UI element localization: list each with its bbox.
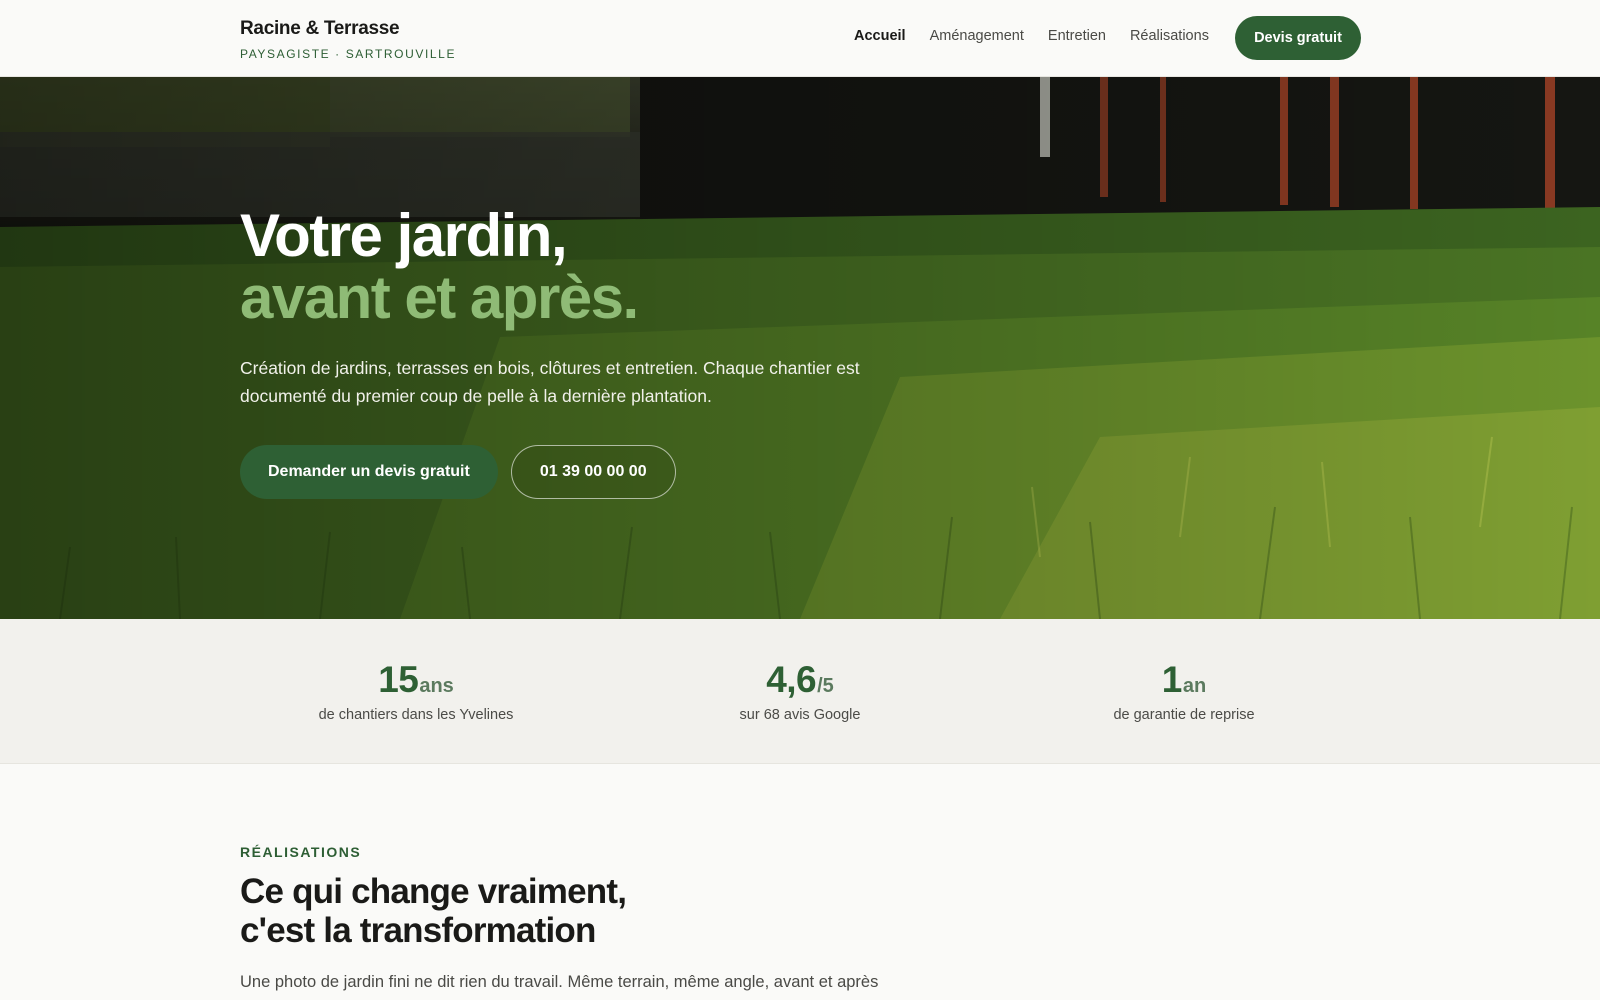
section-title-line1: Ce qui change vraiment, xyxy=(240,872,627,911)
stat-value: 4,6 /5 xyxy=(650,659,950,701)
brand-logo[interactable]: Racine & Terrasse PAYSAGISTE · SARTROUVI… xyxy=(240,18,456,61)
nav-link-amenagement[interactable]: Aménagement xyxy=(930,28,1024,44)
stat-label: de garantie de reprise xyxy=(1113,707,1255,723)
stat-number: 1 xyxy=(1161,659,1183,700)
hero-section: Votre jardin, avant et après. Création d… xyxy=(0,77,1600,619)
phone-button[interactable]: 01 39 00 00 00 xyxy=(510,445,676,499)
request-quote-button[interactable]: Demander un devis gratuit xyxy=(240,445,498,499)
stat-unit: ans xyxy=(419,675,454,697)
hero-title-line2: avant et après. xyxy=(240,264,639,331)
main-nav: Accueil Aménagement Entretien Réalisatio… xyxy=(854,28,1209,44)
hero-content: Votre jardin, avant et après. Création d… xyxy=(240,205,940,499)
nav-link-realisations[interactable]: Réalisations xyxy=(1130,28,1209,44)
hero-title: Votre jardin, avant et après. xyxy=(240,205,940,329)
stat-rating: 4,6 /5 sur 68 avis Google xyxy=(650,659,950,723)
site-header: Racine & Terrasse PAYSAGISTE · SARTROUVI… xyxy=(0,0,1600,77)
stats-bar: 15 ans de chantiers dans les Yvelines 4,… xyxy=(0,619,1600,764)
stat-number: 4,6 xyxy=(766,659,817,700)
stat-guarantee: 1 an de garantie de reprise xyxy=(1034,659,1334,723)
stat-experience: 15 ans de chantiers dans les Yvelines xyxy=(266,659,566,723)
stat-number: 15 xyxy=(378,659,419,700)
hero-title-line1: Votre jardin, xyxy=(240,202,568,269)
section-title: Ce qui change vraiment, c'est la transfo… xyxy=(240,872,940,950)
stat-value: 15 ans xyxy=(266,659,566,701)
brand-tagline: PAYSAGISTE · SARTROUVILLE xyxy=(240,47,457,61)
stat-unit: /5 xyxy=(817,675,834,697)
hero-description: Création de jardins, terrasses en bois, … xyxy=(240,358,860,406)
brand-name: Racine & Terrasse xyxy=(240,18,400,39)
header-quote-button[interactable]: Devis gratuit xyxy=(1235,16,1361,60)
nav-link-entretien[interactable]: Entretien xyxy=(1048,28,1106,44)
section-eyebrow: RÉALISATIONS xyxy=(240,844,362,860)
section-description: Une photo de jardin fini ne dit rien du … xyxy=(240,973,879,991)
stat-label: sur 68 avis Google xyxy=(739,707,861,723)
section-title-line2: c'est la transformation xyxy=(240,911,596,950)
nav-link-accueil[interactable]: Accueil xyxy=(854,28,906,44)
stat-label: de chantiers dans les Yvelines xyxy=(318,707,514,723)
realisations-section: RÉALISATIONS Ce qui change vraiment, c'e… xyxy=(240,844,940,995)
stat-unit: an xyxy=(1182,675,1207,697)
stat-value: 1 an xyxy=(1034,659,1334,701)
hero-actions: Demander un devis gratuit 01 39 00 00 00 xyxy=(240,445,940,499)
